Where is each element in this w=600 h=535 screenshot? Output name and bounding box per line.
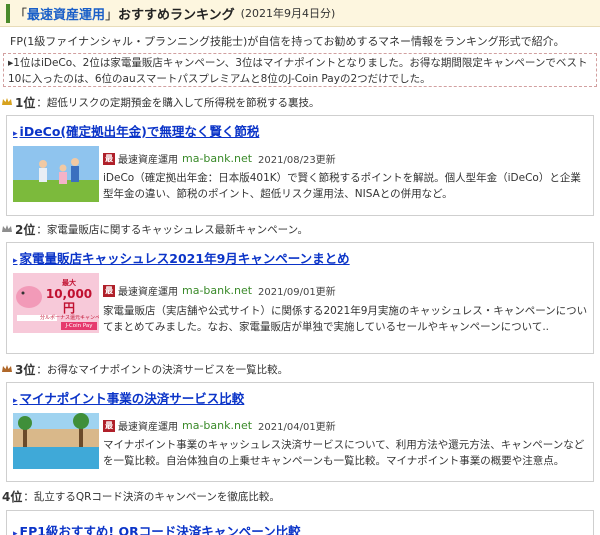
brand-link[interactable]: 最速資産運用 <box>27 8 105 23</box>
article-meta: 最 最速資産運用 ma-bank.net 2021/08/23更新 <box>103 151 336 166</box>
title-open-quote: 「 <box>14 7 28 23</box>
article-meta: 最 最速資産運用 ma-bank.net 2021/04/01更新 <box>103 418 336 433</box>
page-header: 「最速資産運用」おすすめランキング (2021年9月4日分) <box>0 0 600 27</box>
article-card: ▸ FP1級おすすめ! QRコード決済キャンペーン比較 <box>6 510 594 535</box>
page-title: 「最速資産運用」おすすめランキング <box>14 4 235 23</box>
article-title[interactable]: マイナポイント事業の決済サービス比較 <box>20 391 245 406</box>
amount-prefix: 最大 <box>62 279 76 287</box>
site-logo-icon: 最 <box>103 152 115 165</box>
site-domain: ma-bank.net <box>182 284 253 297</box>
rank-number: 2位 <box>15 222 36 237</box>
updated-date: 2021/09/01更新 <box>258 287 336 298</box>
rank-number: 3位 <box>15 362 36 377</box>
site-logo-icon: 最 <box>103 419 115 432</box>
article-meta: 最 最速資産運用 ma-bank.net 2021/09/01更新 <box>103 283 336 298</box>
article-thumbnail[interactable] <box>13 146 99 202</box>
article-card: ▸ 家電量販店キャッシュレス2021年9月キャンペーンまとめ 最大 10,000円… <box>6 242 594 354</box>
bronze-crown-icon <box>2 365 12 372</box>
article-description: 家電量販店（実店舗や公式サイト）に関係する2021年9月実施のキャッシュレス・キ… <box>103 305 588 333</box>
intro-text: FP(1級ファイナンシャル・プランニング技能士)が自信を持ってお勧めするマネー情… <box>10 35 565 48</box>
site-name: 最速資産運用 <box>118 155 178 166</box>
triangle-bullet-icon: ▸ <box>13 529 18 535</box>
article-title[interactable]: 家電量販店キャッシュレス2021年9月キャンペーンまとめ <box>20 251 350 266</box>
rank-number: 1位 <box>15 95 36 110</box>
article-card: ▸ iDeCo(確定拠出年金)で無理なく賢く節税 最 最速資産運用 ma-bank… <box>6 115 594 216</box>
rank-description: ：超低リスクの定期預金を購入して所得税を節税する裏技。 <box>36 96 320 109</box>
article-title-link[interactable]: ▸ 家電量販店キャッシュレス2021年9月キャンペーンまとめ <box>13 248 350 267</box>
resort-pool-image <box>13 413 99 469</box>
gold-crown-icon <box>2 98 12 105</box>
article-title-link[interactable]: ▸ iDeCo(確定拠出年金)で無理なく賢く節税 <box>13 121 259 140</box>
site-domain: ma-bank.net <box>182 152 253 165</box>
rank-number: 4位 <box>2 489 23 504</box>
triangle-bullet-icon: ▸ <box>13 396 18 406</box>
site-domain: ma-bank.net <box>182 419 253 432</box>
article-card: ▸ マイナポイント事業の決済サービス比較 最 最速資産運用 ma-bank.net… <box>6 382 594 482</box>
jcoin-badge: J-Coin Pay <box>65 323 93 329</box>
silver-crown-icon <box>2 225 12 232</box>
header-accent-bar <box>6 3 10 23</box>
article-description: マイナポイント事業のキャッシュレス決済サービスについて、利用方法や還元方法、キャ… <box>103 439 585 467</box>
rank-description: ：お得なマイナポイントの決済サービスを一覧比較。 <box>36 363 289 376</box>
title-text: おすすめランキング <box>118 7 235 23</box>
triangle-bullet-icon: ▸ <box>13 256 18 266</box>
ranking-date: (2021年9月4日分) <box>240 7 336 20</box>
site-name: 最速資産運用 <box>118 422 178 433</box>
amount-subtitle: 分ルポーナス還元キャンペーン <box>40 315 99 321</box>
article-title-link[interactable]: ▸ マイナポイント事業の決済サービス比較 <box>13 388 244 407</box>
family-photo-image <box>13 146 99 202</box>
updated-date: 2021/04/01更新 <box>258 422 336 433</box>
rank-description: ：家電量販店に関するキャッシュレス最新キャンペーン。 <box>36 223 308 236</box>
amount-value: 10,000円 <box>45 287 93 315</box>
site-name: 最速資産運用 <box>118 287 178 298</box>
rank-2-line: 2位 ：家電量販店に関するキャッシュレス最新キャンペーン。 <box>0 220 600 238</box>
rank-description: ：乱立するQRコード決済のキャンペーンを徹底比較。 <box>23 490 280 503</box>
rank-1-line: 1位 ：超低リスクの定期預金を購入して所得税を節税する裏技。 <box>0 93 600 111</box>
campaign-amount-banner: 最大 10,000円 分ルポーナス還元キャンペーン <box>40 279 99 321</box>
article-title[interactable]: iDeCo(確定拠出年金)で無理なく賢く節税 <box>20 124 260 139</box>
title-close-quote: 」 <box>105 7 119 23</box>
article-title-link[interactable]: ▸ FP1級おすすめ! QRコード決済キャンペーン比較 <box>13 521 301 535</box>
article-title[interactable]: FP1級おすすめ! QRコード決済キャンペーン比較 <box>20 524 301 535</box>
triangle-bullet-icon: ▸ <box>13 129 18 139</box>
rank-4-line: 4位 ：乱立するQRコード決済のキャンペーンを徹底比較。 <box>0 487 600 505</box>
article-thumbnail[interactable]: 最大 10,000円 分ルポーナス還元キャンペーン J-Coin Pay <box>13 273 99 333</box>
site-logo-icon: 最 <box>103 284 115 297</box>
rank-3-line: 3位 ：お得なマイナポイントの決済サービスを一覧比較。 <box>0 360 600 378</box>
article-description: iDeCo（確定拠出年金：日本版401K）で賢く節税するポイントを解説。個人型年… <box>103 172 581 200</box>
updated-date: 2021/08/23更新 <box>258 155 336 166</box>
article-thumbnail[interactable] <box>13 413 99 469</box>
notice-box: ▸1位はiDeCo、2位は家電量販店キャンペーン、3位はマイナポイントとなりまし… <box>3 53 597 87</box>
